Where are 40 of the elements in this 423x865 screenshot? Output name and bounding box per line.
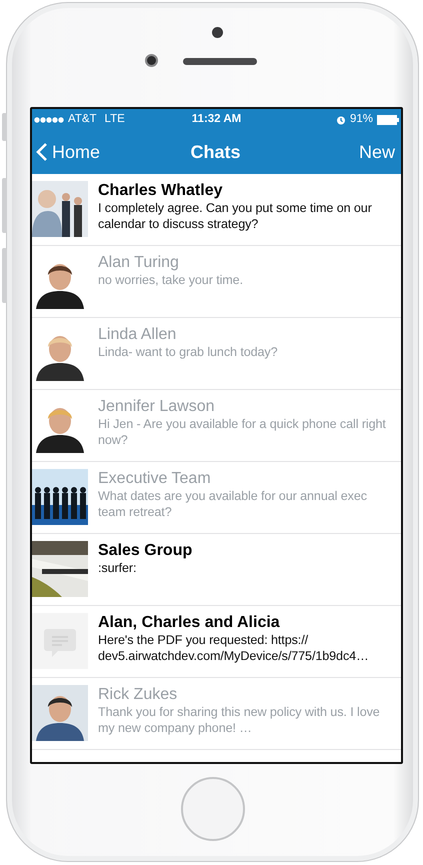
message-preview: I completely agree. Can you put some time on our calendar to discuss strategy? xyxy=(98,200,373,232)
network-text: LTE xyxy=(104,112,125,127)
screen-title: Chats xyxy=(189,140,242,164)
battery-text: 91% xyxy=(350,112,373,127)
volume-down-button[interactable] xyxy=(2,248,7,303)
contact-name: Jennifer Lawson xyxy=(98,397,216,416)
message-preview: :surfer: xyxy=(98,560,138,576)
message-preview: Linda- want to grab lunch today? xyxy=(98,344,279,360)
chat-list-item[interactable]: Sales Group :surfer: xyxy=(32,534,401,606)
status-time: 11:32 AM xyxy=(190,112,242,127)
chevron-left-icon xyxy=(36,142,48,162)
signal-icon xyxy=(34,116,64,122)
chat-list-item[interactable]: Linda Allen Linda- want to grab lunch today? xyxy=(32,318,401,390)
battery-icon xyxy=(377,114,399,124)
contact-name: Charles Whatley xyxy=(98,181,224,200)
chat-list-item[interactable]: Charles Whatley I completely agree. Can you put some time on our calendar to discuss strategy? xyxy=(32,174,401,246)
volume-up-button[interactable] xyxy=(2,178,7,233)
message-preview: Here's the PDF you requested: https:// dev5.airwatchdev.com/MyDevice/s/775/1b9dc4… xyxy=(98,632,370,664)
message-preview: Thank you for sharing this new policy with us. I love my new company phone! … xyxy=(98,704,381,736)
alarm-icon xyxy=(336,114,346,124)
new-chat-button[interactable]: New xyxy=(285,138,395,166)
message-preview: What dates are you available for our annual exec team retreat? xyxy=(98,488,368,520)
chat-list-item[interactable]: Alan Turing no worries, take your time. xyxy=(32,246,401,318)
camera-icon xyxy=(145,54,158,67)
chat-list-item[interactable]: Jennifer Lawson Hi Jen - Are you available for a quick phone call right now? xyxy=(32,390,401,462)
contact-name: Rick Zukes xyxy=(98,685,178,704)
message-preview: no worries, take your time. xyxy=(98,272,244,288)
contact-name: Alan, Charles and Alicia xyxy=(98,613,281,632)
chat-list-item[interactable]: Rick Zukes Thank you for sharing this new policy with us. I love my new company phone! … xyxy=(32,678,401,750)
carrier-text: AT&T xyxy=(68,112,97,127)
contact-name: Sales Group xyxy=(98,541,194,560)
sensor-icon xyxy=(212,27,223,38)
side-button[interactable] xyxy=(2,113,7,141)
back-button[interactable]: Home xyxy=(36,138,146,166)
message-preview: Hi Jen - Are you available for a quick phone call right now? xyxy=(98,416,387,448)
contact-name: Executive Team xyxy=(98,469,212,488)
contact-name: Alan Turing xyxy=(98,253,180,272)
chat-list-item[interactable]: Executive Team What dates are you available for our annual exec team retreat? xyxy=(32,462,401,534)
contact-name: Linda Allen xyxy=(98,325,178,344)
chat-list-item[interactable]: Alan, Charles and Alicia Here's the PDF you requested: https:// dev5.airwatchdev.com/MyDevice/s/775/1b9dc4… xyxy=(32,606,401,678)
